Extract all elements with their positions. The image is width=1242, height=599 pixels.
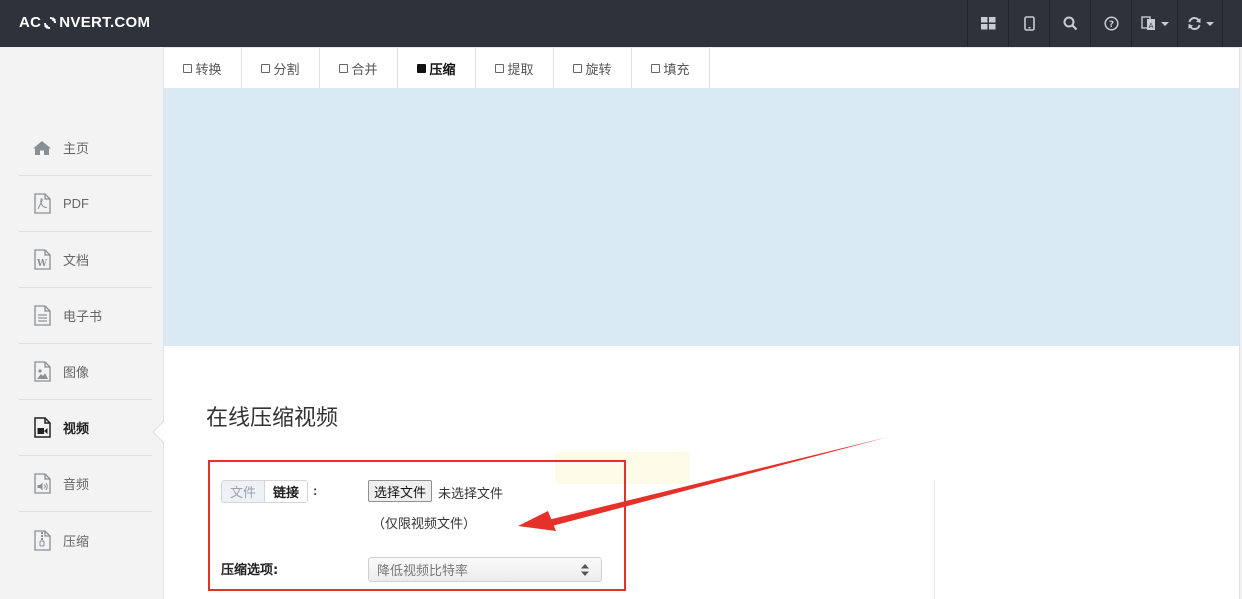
- logo-refresh-icon: [43, 16, 57, 30]
- ad-banner: [164, 88, 1239, 346]
- page-title: 在线压缩视频: [206, 406, 339, 431]
- sidebar-item-label: 压缩: [63, 533, 90, 549]
- sidebar-item-label: 图像: [63, 365, 90, 380]
- tab-split[interactable]: 分割: [242, 48, 320, 89]
- checkbox-icon: [339, 64, 349, 73]
- brand-suffix: NVERT.COM: [59, 14, 151, 31]
- sidebar-item-audio[interactable]: 音频: [19, 456, 152, 512]
- grid-icon: [980, 17, 996, 30]
- sidebar-item-label: PDF: [63, 196, 89, 211]
- help-button[interactable]: ?: [1090, 0, 1131, 47]
- audio-file-icon: [19, 473, 63, 494]
- tabs-filler: [711, 47, 1239, 88]
- home-icon: [19, 140, 63, 156]
- sidebar-item-image[interactable]: 图像: [19, 344, 152, 400]
- tab-label: 旋转: [585, 62, 612, 77]
- checkbox-filled-icon: [417, 64, 427, 73]
- checkbox-icon: [495, 64, 505, 73]
- chevron-down-icon: [1205, 21, 1214, 26]
- site-logo[interactable]: AC NVERT.COM: [19, 14, 150, 31]
- tablet-button[interactable]: [1008, 0, 1049, 47]
- chevron-down-icon: [1160, 21, 1169, 26]
- tab-compress[interactable]: 压缩: [398, 48, 476, 89]
- pdf-file-icon: [19, 193, 63, 214]
- sidebar-item-archive[interactable]: 压缩: [19, 512, 152, 568]
- svg-text:W: W: [35, 259, 47, 269]
- annotation-box: [208, 460, 626, 591]
- sidebar-item-label: 视频: [63, 421, 90, 436]
- tab-label: 合并: [351, 62, 378, 77]
- tablet-icon: [1023, 16, 1035, 31]
- tab-label: 分割: [273, 62, 300, 77]
- sidebar-nav: 主页 PDF W 文档 电子书 图像 视频 音频 压缩: [19, 120, 152, 568]
- active-indicator: [153, 421, 165, 443]
- grid-button[interactable]: [967, 0, 1008, 47]
- translate-icon: A: [1140, 16, 1157, 31]
- sidebar-item-pdf[interactable]: PDF: [19, 176, 152, 232]
- language-dropdown[interactable]: A: [1131, 0, 1177, 47]
- svg-text:?: ?: [1108, 20, 1113, 30]
- tab-label: 压缩: [429, 62, 456, 77]
- sidebar: 主页 PDF W 文档 电子书 图像 视频 音频 压缩: [0, 47, 164, 599]
- checkbox-icon: [261, 64, 271, 73]
- search-icon: [1063, 16, 1078, 31]
- archive-file-icon: [19, 529, 63, 551]
- tool-tabs: 转换 分割 合并 压缩 提取 旋转 填充: [164, 47, 710, 89]
- checkbox-icon: [183, 64, 193, 73]
- help-icon: ?: [1103, 16, 1119, 31]
- refresh-dropdown[interactable]: [1177, 0, 1223, 47]
- sidebar-item-label: 主页: [63, 141, 90, 156]
- image-file-icon: [19, 361, 63, 382]
- sidebar-item-ebook[interactable]: 电子书: [19, 288, 152, 344]
- tab-label: 填充: [663, 62, 690, 77]
- sidebar-item-label: 文档: [63, 253, 90, 268]
- tab-rotate[interactable]: 旋转: [554, 48, 632, 89]
- word-file-icon: W: [19, 249, 63, 270]
- tab-label: 提取: [507, 62, 534, 77]
- refresh-icon: [1187, 16, 1202, 31]
- sidebar-item-document[interactable]: W 文档: [19, 232, 152, 288]
- tab-fill[interactable]: 填充: [632, 48, 710, 89]
- tab-label: 转换: [195, 62, 222, 77]
- tab-extract[interactable]: 提取: [476, 48, 554, 89]
- checkbox-icon: [573, 64, 583, 73]
- checkbox-icon: [651, 64, 661, 73]
- tab-merge[interactable]: 合并: [320, 48, 398, 89]
- search-button[interactable]: [1049, 0, 1090, 47]
- divider: [934, 480, 935, 599]
- tab-convert[interactable]: 转换: [164, 48, 242, 89]
- sidebar-item-label: 音频: [63, 477, 90, 492]
- svg-text:A: A: [1148, 22, 1153, 30]
- top-navbar: AC NVERT.COM ? A: [0, 0, 1242, 47]
- sidebar-item-label: 电子书: [63, 309, 103, 324]
- video-file-icon: [19, 417, 63, 438]
- ebook-file-icon: [19, 305, 63, 326]
- sidebar-item-video[interactable]: 视频: [19, 400, 152, 456]
- sidebar-item-home[interactable]: 主页: [19, 120, 152, 176]
- brand-prefix: AC: [19, 14, 42, 31]
